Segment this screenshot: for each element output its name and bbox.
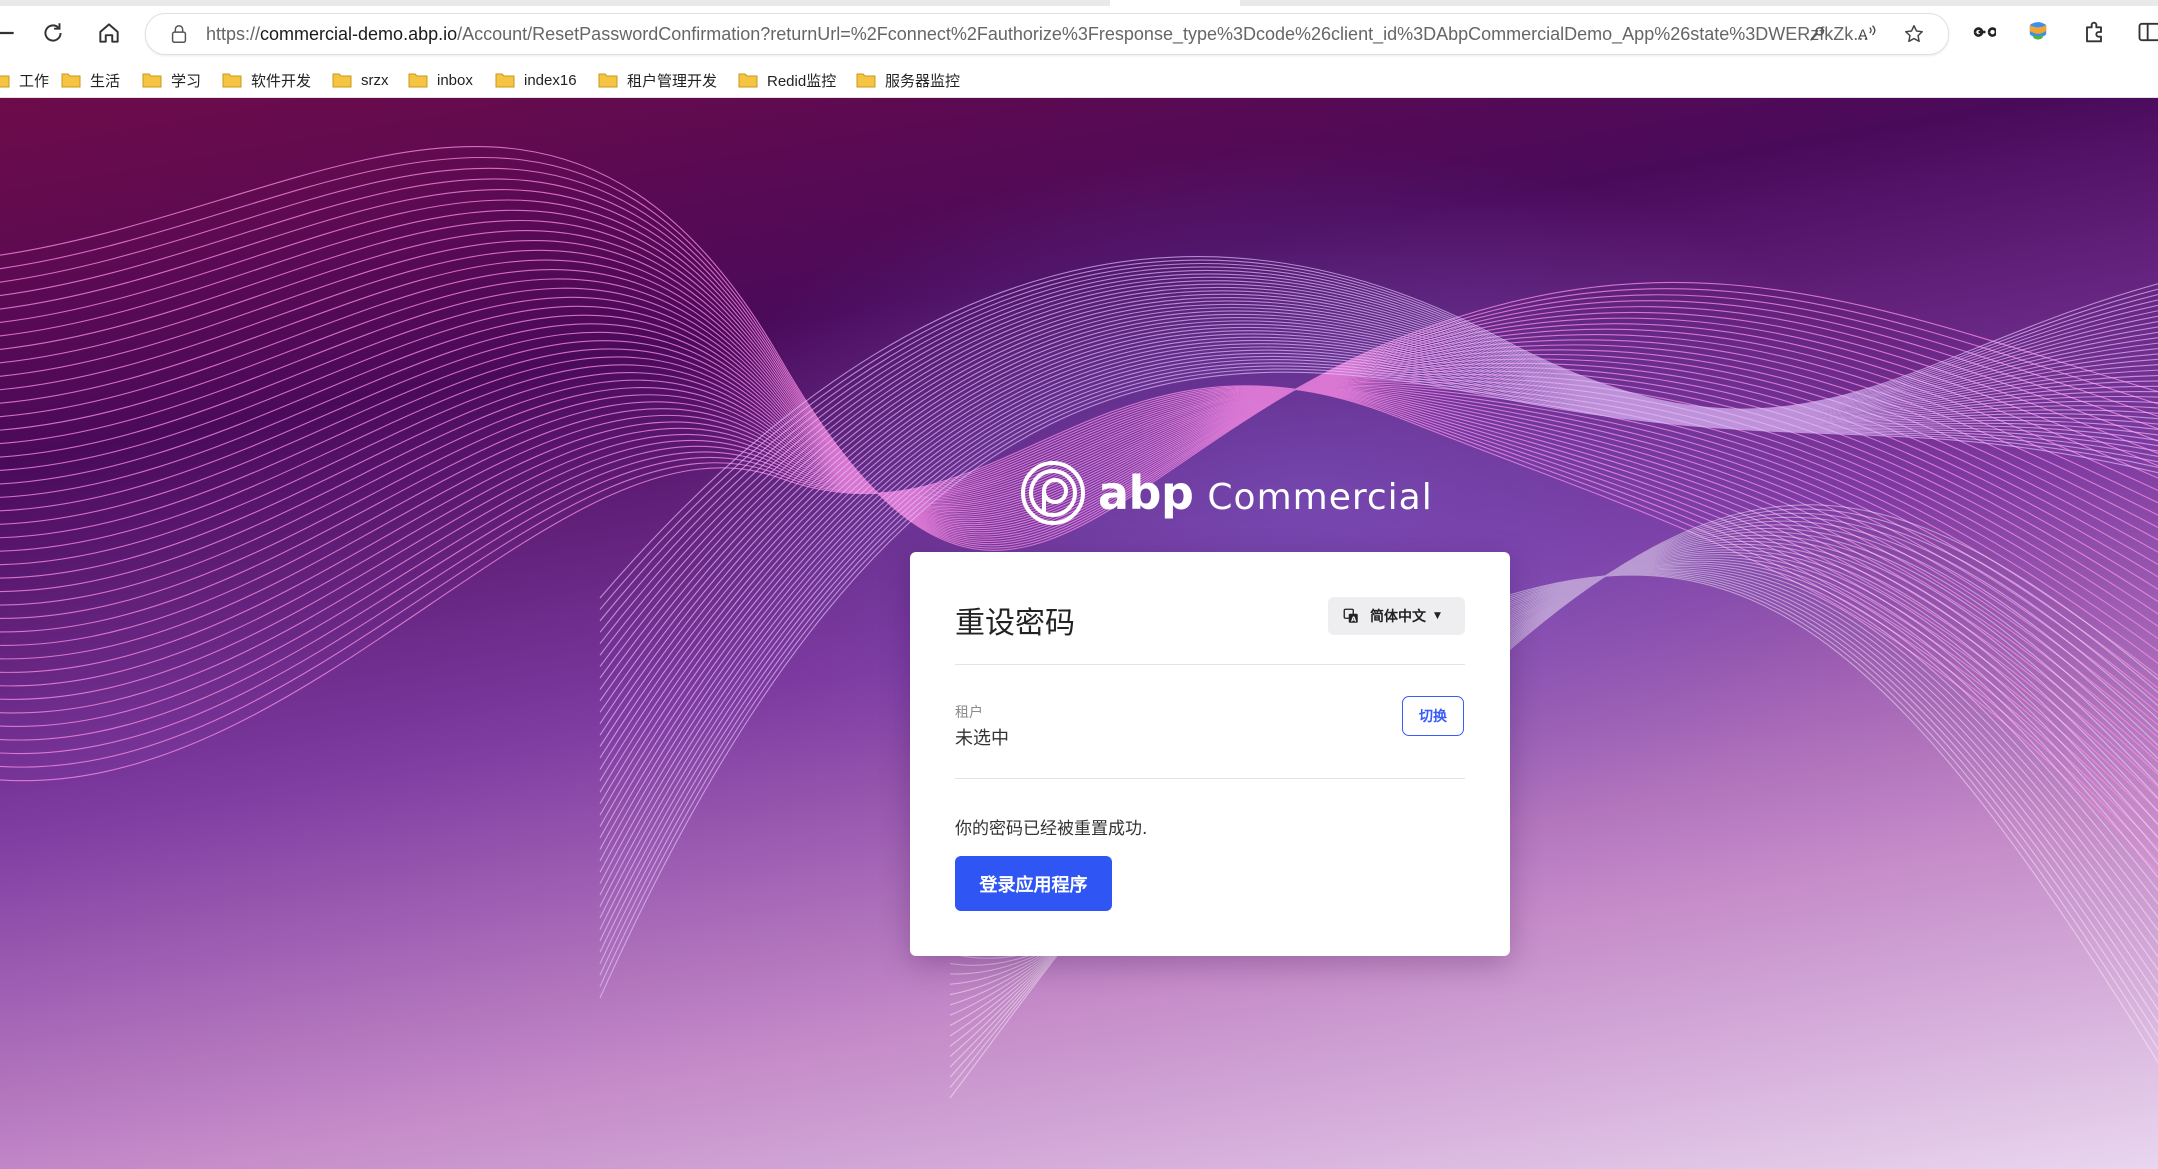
bookmark-folder[interactable]: 服务器监控: [856, 69, 960, 91]
bookmark-folder[interactable]: 工作: [0, 69, 49, 91]
folder-icon: [142, 73, 162, 88]
svg-text:A: A: [1858, 28, 1868, 44]
folder-icon: [738, 73, 758, 88]
page-title: 重设密码: [955, 606, 1075, 641]
url-path: /Account/ResetPasswordConfirmation?retur…: [457, 24, 1869, 44]
bookmarks-bar: 工作 生活 学习 软件开发 srzx inbox index16 租户管理开发 …: [0, 63, 2158, 98]
split-screen-icon[interactable]: [2136, 18, 2158, 46]
address-bar[interactable]: https://commercial-demo.abp.io/Account/R…: [145, 13, 1949, 55]
reset-password-card: 重设密码 A 简体中文 ▼ 租户 未选中 切换 你的密码已经被重置成功. 登录应…: [910, 552, 1510, 956]
infinity-icon[interactable]: [1968, 18, 1996, 46]
back-icon: [0, 31, 14, 35]
logo-commercial-text: Commercial: [1207, 477, 1433, 518]
bookmark-label: Redid监控: [767, 72, 837, 90]
chevron-down-icon: ▼: [1434, 611, 1441, 621]
browser-toolbar: https://commercial-demo.abp.io/Account/R…: [0, 0, 2158, 63]
bookmark-folder[interactable]: srzx: [332, 69, 389, 91]
logo-abp-text: abp: [1098, 466, 1194, 520]
abp-commercial-logo[interactable]: abp Commercial: [1020, 460, 1433, 526]
home-icon: [99, 23, 119, 43]
folder-icon: [856, 73, 876, 88]
translate-icon: A: [1343, 608, 1358, 623]
wave-line: [0, 296, 2158, 578]
folder-icon: [495, 73, 515, 88]
bookmark-folder[interactable]: 租户管理开发: [598, 69, 717, 91]
switch-tenant-button[interactable]: 切换: [1402, 696, 1464, 736]
url-prefix: https://: [206, 24, 261, 44]
bookmark-label: 租户管理开发: [627, 72, 718, 90]
bookmark-folder[interactable]: Redid监控: [738, 69, 836, 91]
bookmark-folder[interactable]: inbox: [408, 69, 473, 91]
folder-icon: [408, 73, 428, 88]
refresh-button[interactable]: [34, 14, 72, 52]
bookmark-folder[interactable]: 学习: [142, 69, 201, 91]
tab-strip: [0, 0, 2158, 6]
divider: [955, 664, 1465, 665]
divider: [955, 778, 1465, 779]
folder-icon: [222, 73, 242, 88]
logo-wordmark: abp Commercial: [1098, 466, 1433, 520]
bookmark-label: srzx: [361, 71, 389, 89]
bookmark-label: 学习: [171, 72, 202, 90]
svg-text:A: A: [1351, 615, 1357, 623]
bookmark-folder[interactable]: index16: [495, 69, 577, 91]
active-tab-edge[interactable]: [1110, 0, 1240, 6]
page-background: abp Commercial 重设密码 A 简体中文 ▼ 租户 未选中 切换 你…: [0, 98, 2158, 1169]
url-text[interactable]: https://commercial-demo.abp.io/Account/R…: [206, 24, 1966, 45]
folder-icon: [61, 73, 81, 88]
folder-icon: [0, 75, 10, 88]
bookmark-label: inbox: [437, 71, 473, 89]
folder-icon: [598, 73, 618, 88]
bookmark-label: 软件开发: [251, 72, 312, 90]
login-button[interactable]: 登录应用程序: [955, 856, 1112, 911]
url-host: commercial-demo.abp.io: [260, 24, 458, 44]
home-button[interactable]: [90, 14, 128, 52]
bookmark-label: index16: [524, 71, 577, 89]
tenant-label: 租户: [955, 705, 983, 721]
success-message: 你的密码已经被重置成功.: [955, 819, 1148, 839]
folder-icon: [332, 73, 352, 88]
abp-logo-icon: [1021, 461, 1085, 525]
refresh-icon: [44, 23, 62, 42]
bookmark-folder[interactable]: 软件开发: [222, 69, 311, 91]
extensions-icon[interactable]: [2080, 18, 2108, 46]
language-dropdown[interactable]: A 简体中文 ▼: [1328, 597, 1465, 635]
bookmark-label: 生活: [90, 72, 121, 90]
key-icon[interactable]: [1806, 23, 1828, 45]
copilot-icon[interactable]: [2024, 18, 2052, 46]
bookmark-folder[interactable]: 生活: [61, 69, 120, 91]
language-label: 简体中文: [1370, 609, 1426, 625]
read-aloud-icon[interactable]: A: [1856, 23, 1878, 45]
lock-icon[interactable]: [168, 23, 190, 45]
back-button[interactable]: [0, 14, 24, 52]
bookmark-label: 服务器监控: [885, 72, 961, 90]
favorite-star-icon[interactable]: [1903, 23, 1925, 45]
tenant-value: 未选中: [955, 728, 1009, 749]
bookmark-label: 工作: [19, 72, 50, 90]
